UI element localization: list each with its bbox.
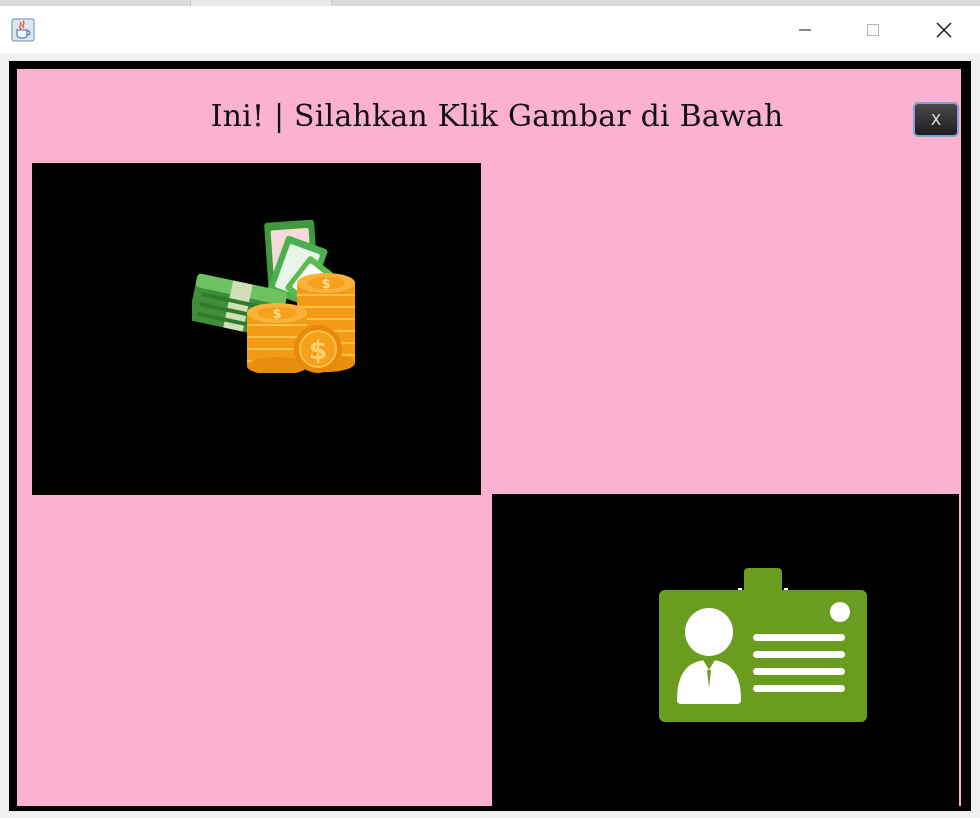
money-image-button[interactable]: $ $ $ (32, 163, 481, 495)
svg-text:$: $ (272, 307, 281, 322)
svg-text:$: $ (309, 336, 327, 366)
minimize-icon (799, 29, 811, 30)
svg-text:$: $ (321, 277, 330, 292)
java-cup-icon[interactable] (11, 18, 35, 42)
content-panel: Ini! | Silahkan Klik Gambar di Bawah X $… (17, 69, 961, 806)
money-coins-icon: $ $ $ (192, 219, 355, 373)
window-close-button[interactable] (921, 6, 967, 53)
maximize-icon (867, 23, 879, 36)
minimize-button[interactable] (782, 6, 828, 53)
maximize-button[interactable] (850, 6, 896, 53)
page-title: Ini! | Silahkan Klik Gambar di Bawah (210, 99, 784, 134)
exit-button[interactable]: X (913, 102, 959, 137)
id-card-icon (659, 568, 867, 722)
title-bar[interactable] (0, 6, 980, 53)
app-window: Ini! | Silahkan Klik Gambar di Bawah X $… (0, 6, 980, 818)
id-card-image-button[interactable] (492, 494, 959, 806)
close-icon (936, 22, 952, 37)
